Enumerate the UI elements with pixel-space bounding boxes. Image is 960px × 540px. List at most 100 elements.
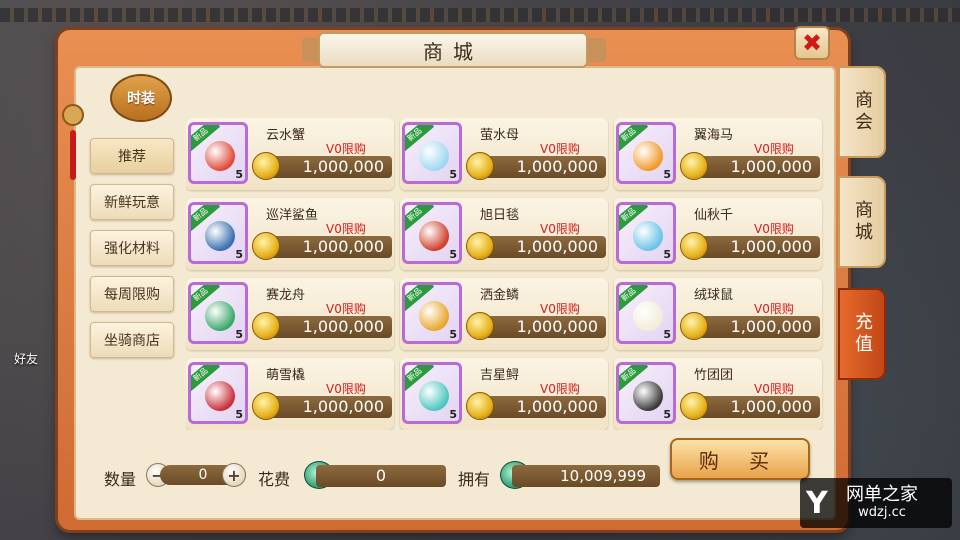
item-name: 云水蟹 — [266, 128, 306, 143]
item-icon-frame: 新品 5 — [188, 282, 248, 344]
shop-item-card[interactable]: 新品 5 翼海马 V0限购 1,000,000 — [614, 118, 822, 190]
item-icon-frame: 新品 5 — [616, 122, 676, 184]
item-icon-frame: 新品 5 — [616, 362, 676, 424]
item-grid: 新品 5 云水蟹 V0限购 1,000,000 新品 5 萤水母 V0限购 1,000,000 新品… — [186, 118, 832, 430]
gold-coin-icon — [466, 152, 494, 180]
item-quantity: 5 — [235, 248, 243, 261]
item-purchase-limit: V0限购 — [326, 382, 366, 396]
item-name: 仙秋千 — [694, 208, 734, 223]
item-icon-frame: 新品 5 — [402, 122, 462, 184]
item-icon-frame: 新品 5 — [616, 202, 676, 264]
shop-item-card[interactable]: 新品 5 巡洋鲨鱼 V0限购 1,000,000 — [186, 198, 394, 270]
item-quantity: 5 — [235, 168, 243, 181]
gold-coin-icon — [680, 152, 708, 180]
sidebar-item-novelties[interactable]: 新鲜玩意 — [90, 184, 174, 220]
sidebar-item-weekly-limited[interactable]: 每周限购 — [90, 276, 174, 312]
item-name: 绒球鼠 — [694, 288, 734, 303]
item-purchase-limit: V0限购 — [540, 222, 580, 236]
shop-item-card[interactable]: 新品 5 旭日毯 V0限购 1,000,000 — [400, 198, 608, 270]
buy-button[interactable]: 购 买 — [670, 438, 810, 480]
item-purchase-limit: V0限购 — [754, 222, 794, 236]
sturgeon-icon — [419, 381, 449, 411]
close-button[interactable]: ✖ — [794, 26, 830, 60]
gold-coin-icon — [252, 152, 280, 180]
item-name: 翼海马 — [694, 128, 734, 143]
cost-label: 花费 — [258, 470, 291, 489]
scene-border-decoration — [0, 8, 960, 22]
plus-icon: + — [227, 465, 241, 485]
shop-item-card[interactable]: 新品 5 云水蟹 V0限购 1,000,000 — [186, 118, 394, 190]
shop-item-card[interactable]: 新品 5 绒球鼠 V0限购 1,000,000 — [614, 278, 822, 350]
sidebar-item-enhance-materials[interactable]: 强化材料 — [90, 230, 174, 266]
item-quantity: 5 — [663, 408, 671, 421]
shop-item-card[interactable]: 新品 5 竹团团 V0限购 1,000,000 — [614, 358, 822, 430]
item-purchase-limit: V0限购 — [754, 142, 794, 156]
mouse-icon — [633, 301, 663, 331]
dragon-boat-icon — [205, 301, 235, 331]
shop-item-card[interactable]: 新品 5 洒金鳞 V0限购 1,000,000 — [400, 278, 608, 350]
item-name: 洒金鳞 — [480, 288, 520, 303]
shop-item-card[interactable]: 新品 5 赛龙舟 V0限购 1,000,000 — [186, 278, 394, 350]
item-quantity: 5 — [663, 168, 671, 181]
gold-coin-icon — [466, 312, 494, 340]
watermark-mark: Y — [806, 485, 828, 521]
item-name: 旭日毯 — [480, 208, 520, 223]
category-tag: 时装 — [110, 74, 172, 122]
item-purchase-limit: V0限购 — [754, 382, 794, 396]
item-purchase-limit: V0限购 — [326, 222, 366, 236]
chinese-knot-decoration — [62, 88, 84, 188]
swing-icon — [633, 221, 663, 251]
tab-recharge[interactable]: 充值 — [838, 288, 886, 380]
tab-chamber-of-commerce[interactable]: 商会 — [838, 66, 886, 158]
watermark-logo: Y 网单之家 wdzj.cc — [800, 478, 952, 528]
owned-label: 拥有 — [458, 470, 491, 489]
item-quantity: 5 — [235, 408, 243, 421]
increase-quantity-button[interactable]: + — [222, 463, 246, 487]
gold-coin-icon — [680, 312, 708, 340]
owned-value: 10,009,999 — [512, 465, 660, 487]
watermark-name: 网单之家 — [846, 484, 918, 505]
sidebar: 推荐 新鲜玩意 强化材料 每周限购 坐骑商店 — [90, 138, 174, 368]
shop-item-card[interactable]: 新品 5 吉星鲟 V0限购 1,000,000 — [400, 358, 608, 430]
shop-item-card[interactable]: 新品 5 萤水母 V0限购 1,000,000 — [400, 118, 608, 190]
gold-coin-icon — [252, 312, 280, 340]
tab-shop[interactable]: 商城 — [838, 176, 886, 268]
item-purchase-limit: V0限购 — [540, 302, 580, 316]
friend-shortcut[interactable]: 好友 — [14, 350, 38, 367]
fish-icon — [419, 301, 449, 331]
gold-coin-icon — [680, 232, 708, 260]
gold-coin-icon — [680, 392, 708, 420]
item-quantity: 5 — [449, 408, 457, 421]
item-icon-frame: 新品 5 — [616, 282, 676, 344]
item-icon-frame: 新品 5 — [188, 362, 248, 424]
item-purchase-limit: V0限购 — [754, 302, 794, 316]
item-quantity: 5 — [449, 328, 457, 341]
item-icon-frame: 新品 5 — [402, 202, 462, 264]
item-purchase-limit: V0限购 — [326, 302, 366, 316]
shop-item-card[interactable]: 新品 5 仙秋千 V0限购 1,000,000 — [614, 198, 822, 270]
close-icon: ✖ — [801, 29, 823, 57]
item-icon-frame: 新品 5 — [188, 202, 248, 264]
watermark-url: wdzj.cc — [858, 505, 906, 520]
gold-coin-icon — [466, 392, 494, 420]
sidebar-item-mount-shop[interactable]: 坐骑商店 — [90, 322, 174, 358]
item-purchase-limit: V0限购 — [540, 382, 580, 396]
panda-icon — [633, 381, 663, 411]
page-title: 商城 — [318, 32, 588, 68]
crab-icon — [205, 141, 235, 171]
item-purchase-limit: V0限购 — [326, 142, 366, 156]
sled-icon — [205, 381, 235, 411]
sidebar-item-recommend[interactable]: 推荐 — [90, 138, 174, 174]
item-icon-frame: 新品 5 — [402, 362, 462, 424]
quantity-label: 数量 — [104, 470, 137, 489]
jellyfish-icon — [419, 141, 449, 171]
item-name: 赛龙舟 — [266, 288, 306, 303]
seahorse-icon — [633, 141, 663, 171]
shop-item-card[interactable]: 新品 5 萌雪橇 V0限购 1,000,000 — [186, 358, 394, 430]
item-icon-frame: 新品 5 — [402, 282, 462, 344]
item-quantity: 5 — [449, 168, 457, 181]
gold-coin-icon — [466, 232, 494, 260]
item-name: 竹团团 — [694, 368, 734, 383]
item-quantity: 5 — [235, 328, 243, 341]
gold-coin-icon — [252, 392, 280, 420]
